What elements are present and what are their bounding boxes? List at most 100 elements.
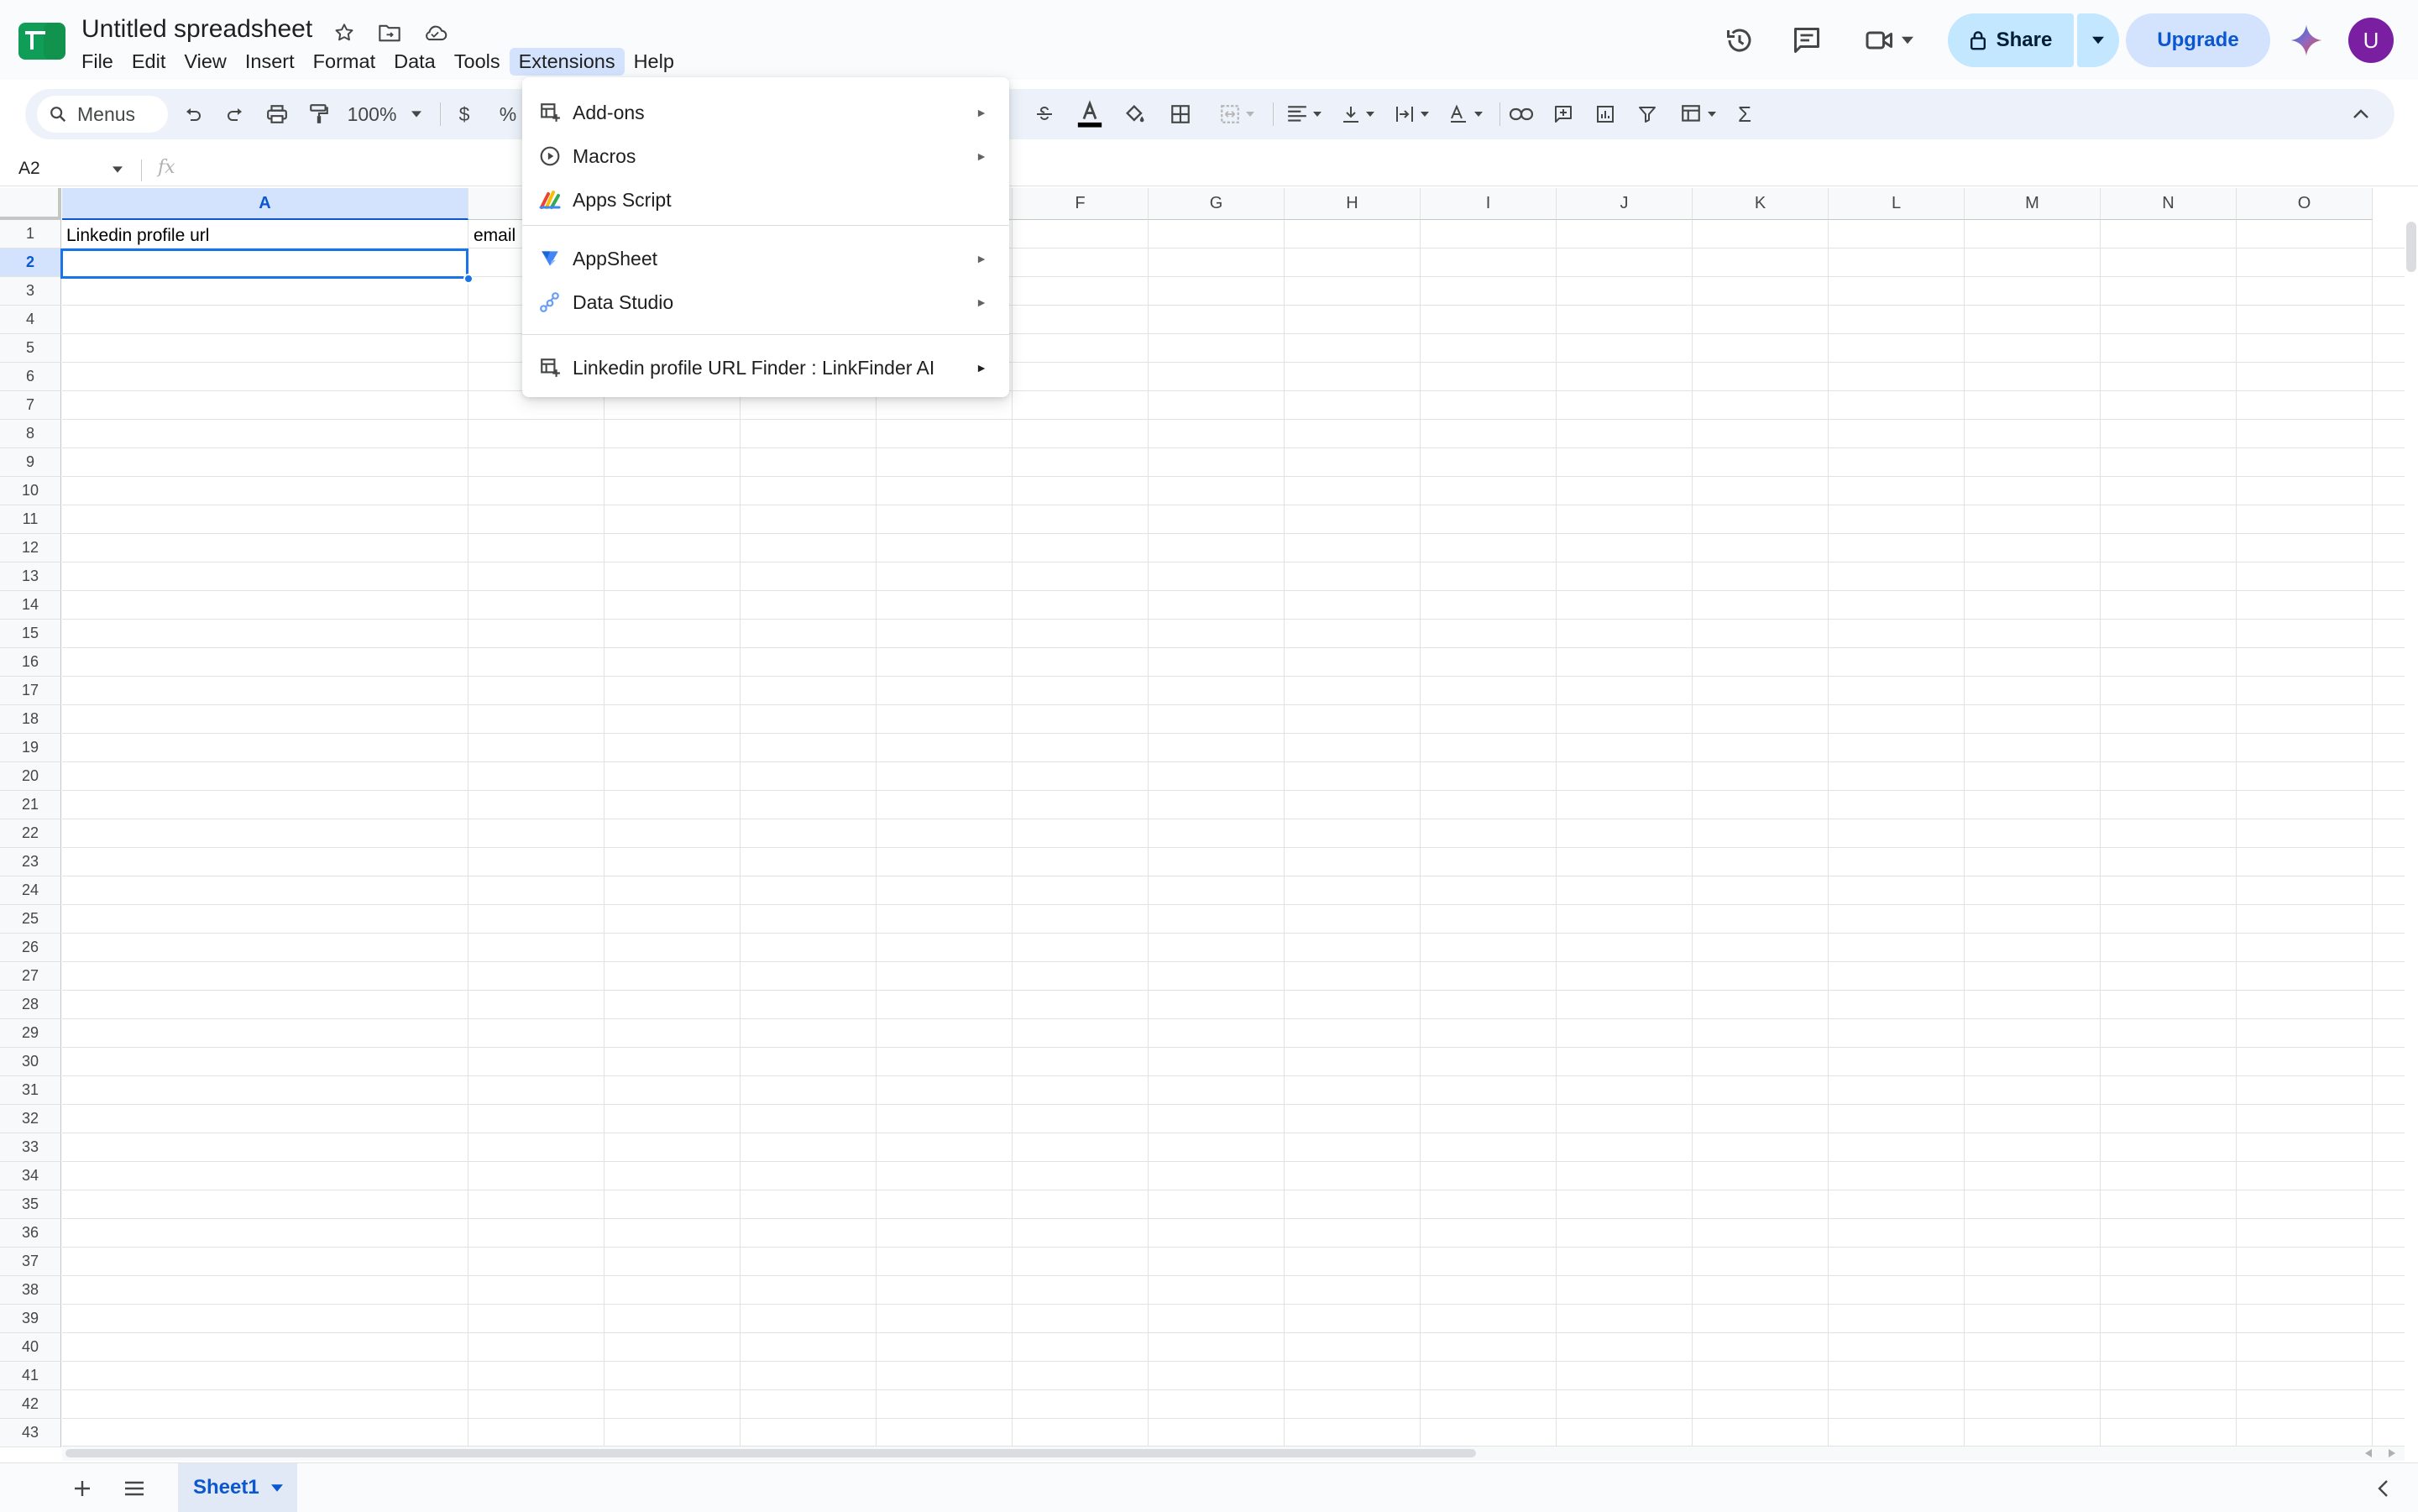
row-header[interactable]: 36 <box>0 1219 61 1248</box>
row-header[interactable]: 15 <box>0 620 61 648</box>
menu-file[interactable]: File <box>72 48 123 76</box>
menu-view[interactable]: View <box>175 48 236 76</box>
redo-icon[interactable] <box>220 99 250 129</box>
selected-cell-A2[interactable] <box>60 249 468 279</box>
row-header[interactable]: 18 <box>0 705 61 734</box>
print-icon[interactable] <box>262 99 292 129</box>
zoom-select[interactable]: 100% <box>343 99 427 129</box>
row-header[interactable]: 22 <box>0 819 61 848</box>
search-menus-button[interactable]: Menus <box>37 96 168 133</box>
menu-item-macros[interactable]: Macros ► <box>522 134 1009 178</box>
chevron-down-icon[interactable] <box>113 166 123 173</box>
filter-icon[interactable] <box>1632 99 1662 129</box>
row-header[interactable]: 3 <box>0 277 61 306</box>
row-header[interactable]: 6 <box>0 363 61 391</box>
user-avatar[interactable]: U <box>2348 18 2394 63</box>
document-title[interactable]: Untitled spreadsheet <box>81 15 312 44</box>
column-header[interactable]: F <box>1013 188 1149 220</box>
paint-format-icon[interactable] <box>304 99 334 129</box>
menu-insert[interactable]: Insert <box>236 48 304 76</box>
currency-format-button[interactable]: $ <box>452 99 477 129</box>
row-header[interactable]: 30 <box>0 1048 61 1076</box>
text-rotation-icon[interactable] <box>1441 99 1489 129</box>
row-header[interactable]: 8 <box>0 420 61 448</box>
row-header[interactable]: 14 <box>0 591 61 620</box>
horizontal-align-icon[interactable] <box>1280 99 1328 129</box>
upgrade-button[interactable]: Upgrade <box>2126 13 2270 67</box>
fill-color-icon[interactable] <box>1120 99 1150 129</box>
row-header[interactable]: 31 <box>0 1076 61 1105</box>
horizontal-scrollbar[interactable] <box>65 1449 1476 1457</box>
row-header[interactable]: 12 <box>0 534 61 562</box>
row-header[interactable]: 42 <box>0 1390 61 1419</box>
share-options-button[interactable] <box>2077 13 2119 67</box>
row-header[interactable]: 1 <box>0 220 61 249</box>
row-header[interactable]: 16 <box>0 648 61 677</box>
version-history-icon[interactable] <box>1721 22 1758 59</box>
chevron-down-icon[interactable] <box>270 1483 283 1492</box>
name-box[interactable]: A2 <box>18 159 40 179</box>
insert-chart-icon[interactable] <box>1590 99 1620 129</box>
row-header[interactable]: 10 <box>0 477 61 505</box>
row-header[interactable]: 24 <box>0 876 61 905</box>
row-header[interactable]: 37 <box>0 1248 61 1276</box>
menu-format[interactable]: Format <box>304 48 385 76</box>
all-sheets-menu-icon[interactable] <box>118 1472 151 1505</box>
menu-item-data-studio[interactable]: Data Studio ► <box>522 280 1009 324</box>
row-header[interactable]: 11 <box>0 505 61 534</box>
gemini-sparkle-icon[interactable] <box>2290 24 2323 57</box>
borders-icon[interactable] <box>1165 99 1196 129</box>
menu-help[interactable]: Help <box>625 48 683 76</box>
select-all-corner[interactable] <box>0 188 61 220</box>
row-header[interactable]: 20 <box>0 762 61 791</box>
vertical-align-icon[interactable] <box>1333 99 1382 129</box>
row-header[interactable]: 13 <box>0 562 61 591</box>
column-header[interactable]: J <box>1557 188 1693 220</box>
row-header[interactable]: 21 <box>0 791 61 819</box>
row-header[interactable]: 41 <box>0 1362 61 1390</box>
menu-extensions[interactable]: Extensions <box>509 47 625 76</box>
column-header[interactable]: O <box>2237 188 2373 220</box>
collapse-toolbar-icon[interactable] <box>2344 99 2378 129</box>
filter-views-icon[interactable] <box>1672 99 1723 129</box>
row-header[interactable]: 2 <box>0 249 61 277</box>
column-header[interactable]: L <box>1829 188 1965 220</box>
menu-tools[interactable]: Tools <box>445 48 510 76</box>
percent-format-button[interactable]: % <box>495 99 521 129</box>
meet-video-icon[interactable] <box>1855 22 1923 59</box>
menu-item-linkfinder-ai[interactable]: Linkedin profile URL Finder : LinkFinder… <box>522 346 1009 390</box>
scroll-right-arrow-icon[interactable] <box>2386 1447 2398 1459</box>
row-header[interactable]: 28 <box>0 991 61 1019</box>
row-header[interactable]: 23 <box>0 848 61 876</box>
column-header[interactable]: M <box>1965 188 2101 220</box>
merge-cells-icon[interactable] <box>1211 99 1263 129</box>
fill-handle[interactable] <box>463 274 474 284</box>
functions-button[interactable]: Σ <box>1730 99 1760 129</box>
star-icon[interactable] <box>330 18 359 47</box>
column-header[interactable]: K <box>1693 188 1829 220</box>
cloud-saved-icon[interactable] <box>421 18 449 47</box>
column-header[interactable]: H <box>1285 188 1421 220</box>
row-header[interactable]: 17 <box>0 677 61 705</box>
row-header[interactable]: 43 <box>0 1419 61 1447</box>
row-header[interactable]: 25 <box>0 905 61 934</box>
row-header[interactable]: 38 <box>0 1276 61 1305</box>
row-header[interactable]: 4 <box>0 306 61 334</box>
insert-comment-icon[interactable] <box>1548 99 1578 129</box>
cell-A1[interactable]: Linkedin profile url <box>66 226 209 246</box>
row-header[interactable]: 9 <box>0 448 61 477</box>
row-header[interactable]: 39 <box>0 1305 61 1333</box>
column-header[interactable]: G <box>1149 188 1285 220</box>
row-header[interactable]: 7 <box>0 391 61 420</box>
spreadsheet-grid[interactable]: AFGHIJKLMNO 1 2 3 4 5 6 7 8 9 10 11 12 13 14 15 16 17 18 1… <box>0 188 2405 1447</box>
insert-link-icon[interactable] <box>1506 99 1536 129</box>
text-color-icon[interactable] <box>1073 99 1107 129</box>
row-header[interactable]: 26 <box>0 934 61 962</box>
menu-edit[interactable]: Edit <box>123 48 175 76</box>
formula-input[interactable] <box>193 156 2376 183</box>
share-button[interactable]: Share <box>1948 13 2074 67</box>
sheets-logo-icon[interactable] <box>18 23 65 60</box>
add-sheet-icon[interactable] <box>65 1472 99 1505</box>
column-header[interactable]: N <box>2101 188 2237 220</box>
row-header[interactable]: 19 <box>0 734 61 762</box>
